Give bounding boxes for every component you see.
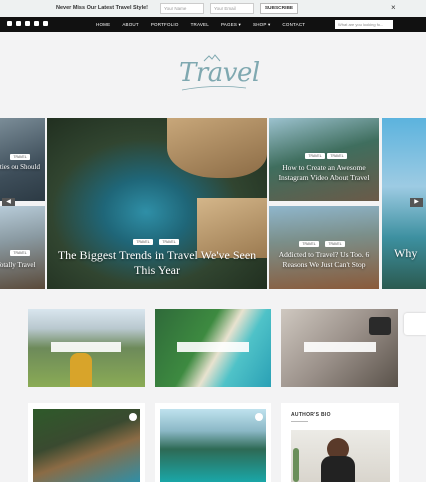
post-card[interactable] bbox=[28, 403, 145, 482]
search-input[interactable]: What are you looking fo... bbox=[335, 20, 393, 29]
post-card[interactable] bbox=[155, 403, 271, 482]
logo-swoosh-icon bbox=[181, 86, 247, 91]
main-navigation: HOME ABOUT PORTFOLIO TRAVEL PAGES ▾ SHOP… bbox=[0, 17, 426, 32]
nav-item-home[interactable]: HOME bbox=[96, 22, 110, 28]
slide-card[interactable]: TRAVEL TRAVEL How to Create an Awesome I… bbox=[269, 118, 379, 201]
floating-action-button[interactable] bbox=[404, 313, 426, 335]
instagram-icon[interactable] bbox=[34, 21, 39, 26]
site-logo[interactable]: Travel bbox=[176, 54, 260, 94]
post-title-bar bbox=[51, 342, 121, 352]
social-links bbox=[7, 21, 48, 26]
slide-title[interactable]: mmunities ou Should bbox=[0, 163, 40, 172]
slide-card[interactable]: TRAVEL s to Totally Travel bbox=[0, 206, 45, 289]
slide-title[interactable]: s to Totally Travel bbox=[0, 261, 40, 270]
slide-title[interactable]: Addicted to Travel? Us Too. 6 Reasons We… bbox=[277, 250, 371, 269]
email-input[interactable]: Your Email bbox=[210, 3, 254, 14]
facebook-icon[interactable] bbox=[7, 21, 12, 26]
bookmark-icon[interactable] bbox=[129, 413, 137, 421]
close-icon[interactable]: × bbox=[391, 3, 396, 12]
featured-slide-title[interactable]: The Biggest Trends in Travel We've Seen … bbox=[55, 248, 259, 278]
category-tag[interactable]: TRAVEL bbox=[10, 250, 30, 256]
bio-title: AUTHOR'S BIO bbox=[291, 412, 331, 418]
twitter-icon[interactable] bbox=[16, 21, 21, 26]
slide-card[interactable]: TRAVEL TRAVEL Addicted to Travel? Us Too… bbox=[269, 206, 379, 289]
nav-item-shop[interactable]: SHOP ▾ bbox=[253, 22, 270, 28]
post-image[interactable] bbox=[33, 409, 140, 482]
post-image[interactable] bbox=[160, 409, 266, 482]
subscribe-bar: Never Miss Our Latest Travel Style! Your… bbox=[0, 0, 426, 17]
bio-divider bbox=[291, 421, 308, 422]
nav-item-about[interactable]: ABOUT bbox=[122, 22, 139, 28]
post-card[interactable] bbox=[281, 309, 398, 387]
nav-item-travel[interactable]: TRAVEL bbox=[191, 22, 209, 28]
slide-title[interactable]: Why bbox=[394, 246, 426, 261]
pinterest-icon[interactable] bbox=[43, 21, 48, 26]
slide-card[interactable]: TRAVEL mmunities ou Should bbox=[0, 118, 45, 201]
post-card[interactable] bbox=[155, 309, 271, 387]
category-tag[interactable]: TRAVEL bbox=[327, 153, 347, 159]
category-tag[interactable]: TRAVEL bbox=[10, 154, 30, 160]
author-photo bbox=[291, 430, 390, 482]
author-bio-widget: AUTHOR'S BIO bbox=[281, 403, 399, 482]
category-tag[interactable]: TRAVEL bbox=[133, 239, 153, 245]
slider-next-button[interactable]: ▶ bbox=[410, 198, 423, 207]
category-tag[interactable]: TRAVEL bbox=[305, 153, 325, 159]
name-input[interactable]: Your Name bbox=[160, 3, 204, 14]
nav-item-pages[interactable]: PAGES ▾ bbox=[221, 22, 241, 28]
bookmark-icon[interactable] bbox=[255, 413, 263, 421]
post-title-bar bbox=[177, 342, 249, 352]
post-title-bar bbox=[304, 342, 376, 352]
featured-slide[interactable]: TRAVEL TRAVEL The Biggest Trends in Trav… bbox=[47, 118, 267, 289]
youtube-icon[interactable] bbox=[25, 21, 30, 26]
category-tag[interactable]: TRAVEL bbox=[299, 241, 319, 247]
subscribe-message: Never Miss Our Latest Travel Style! bbox=[56, 5, 149, 11]
subscribe-button[interactable]: SUBSCRIBE bbox=[260, 3, 298, 14]
category-tag[interactable]: TRAVEL bbox=[159, 239, 179, 245]
slide-title[interactable]: How to Create an Awesome Instagram Video… bbox=[277, 163, 371, 182]
post-card[interactable] bbox=[28, 309, 145, 387]
category-tag[interactable]: TRAVEL bbox=[325, 241, 345, 247]
nav-item-portfolio[interactable]: PORTFOLIO bbox=[151, 22, 179, 28]
nav-item-contact[interactable]: CONTACT bbox=[282, 22, 305, 28]
